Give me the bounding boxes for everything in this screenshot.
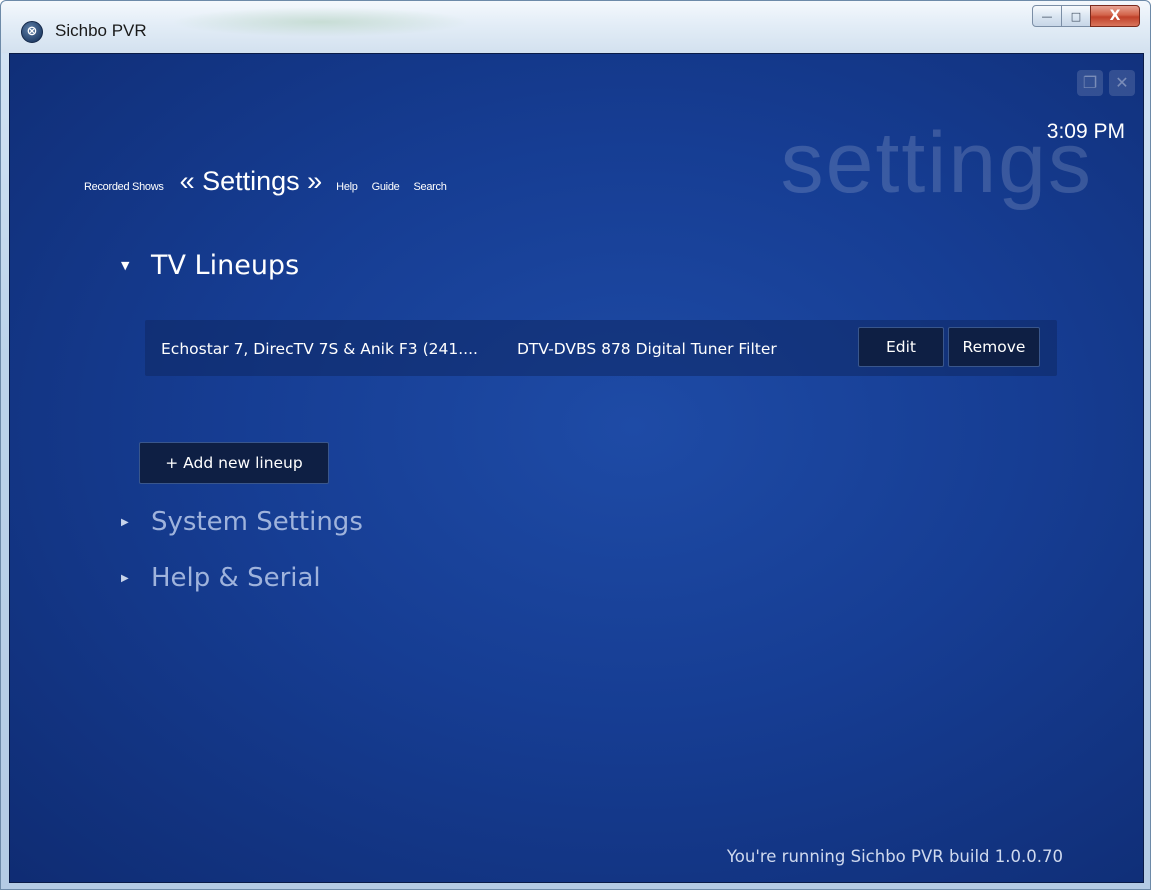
collapsed-caret-icon: ▶	[121, 516, 129, 528]
lineup-name: Echostar 7, DirecTV 7S & Anik F3 (241...…	[161, 340, 478, 358]
section-tv-lineups[interactable]: ▼ TV Lineups	[121, 250, 299, 281]
close-icon[interactable]: ✕	[1109, 70, 1135, 96]
lineup-row: Echostar 7, DirecTV 7S & Anik F3 (241...…	[145, 320, 1057, 376]
top-navigation: Recorded Shows « Settings » Help Guide S…	[84, 166, 461, 197]
title-bar[interactable]: ⊗ Sichbo PVR — □ X	[1, 1, 1150, 53]
section-title-help-serial: Help & Serial	[151, 563, 321, 593]
minimize-button[interactable]: —	[1032, 5, 1062, 27]
window-controls: — □ X	[1032, 5, 1140, 27]
maximize-button[interactable]: □	[1061, 5, 1091, 27]
nav-recorded-shows[interactable]: Recorded Shows	[84, 181, 164, 193]
nav-settings-current[interactable]: « Settings »	[180, 166, 323, 197]
section-help-serial[interactable]: ▶ Help & Serial	[121, 563, 321, 593]
edit-lineup-button[interactable]: Edit	[858, 327, 944, 367]
build-info: You're running Sichbo PVR build 1.0.0.70	[726, 847, 1063, 866]
app-window: ⊗ Sichbo PVR — □ X settings ❐ ✕ 3:09 PM …	[0, 0, 1151, 890]
restore-icon[interactable]: ❐	[1077, 70, 1103, 96]
nav-guide[interactable]: Guide	[372, 181, 400, 193]
settings-page: settings ❐ ✕ 3:09 PM Recorded Shows « Se…	[9, 53, 1144, 883]
expanded-caret-icon: ▼	[121, 259, 130, 272]
app-logo-icon[interactable]: ⊗	[21, 21, 43, 43]
clock: 3:09 PM	[1046, 120, 1125, 143]
remove-lineup-button[interactable]: Remove	[948, 327, 1040, 367]
window-title: Sichbo PVR	[55, 21, 147, 40]
nav-help[interactable]: Help	[336, 181, 358, 193]
nav-search[interactable]: Search	[413, 181, 446, 193]
title-bar-glow	[171, 7, 471, 37]
close-button[interactable]: X	[1090, 5, 1140, 27]
section-title-system-settings: System Settings	[151, 507, 363, 537]
lineup-tuner: DTV-DVBS 878 Digital Tuner Filter	[517, 340, 777, 358]
section-system-settings[interactable]: ▶ System Settings	[121, 507, 363, 537]
section-title-tv-lineups: TV Lineups	[151, 250, 300, 281]
media-center-controls: ❐ ✕	[1071, 70, 1135, 96]
add-new-lineup-button[interactable]: + Add new lineup	[139, 442, 329, 484]
collapsed-caret-icon: ▶	[121, 572, 129, 584]
